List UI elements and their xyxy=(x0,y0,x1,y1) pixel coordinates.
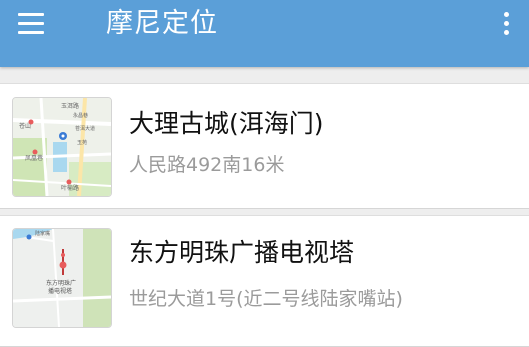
map-label: 陆家嘴 xyxy=(35,230,50,237)
map-label: 苍洱大道 xyxy=(75,125,95,132)
app-title: 摩尼定位 xyxy=(106,8,218,39)
map-thumbnail: 玉洱路 苍山 永昌巷 凤凰巷 苍洱大道 玉苑 叶榆路 xyxy=(12,97,112,197)
map-label: 叶榆路 xyxy=(61,184,79,192)
map-label: 玉苑 xyxy=(77,139,87,146)
map-label: 凤凰巷 xyxy=(25,154,43,162)
place-name: 东方明珠广播电视塔 xyxy=(129,238,355,267)
map-label: 永昌巷 xyxy=(73,112,88,119)
place-address: 世纪大道1号(近二号线陆家嘴站) xyxy=(129,288,403,310)
place-card[interactable]: 玉洱路 苍山 永昌巷 凤凰巷 苍洱大道 玉苑 叶榆路 大理古城(洱海门) 人民路… xyxy=(0,83,529,209)
map-label: 东方明珠广 xyxy=(46,279,76,287)
place-name: 大理古城(洱海门) xyxy=(129,109,324,138)
more-vertical-icon[interactable] xyxy=(500,12,512,38)
map-label: 玉洱路 xyxy=(61,102,79,110)
place-card[interactable]: 东方明珠广 播电视塔 陆家嘴 东方明珠广播电视塔 世纪大道1号(近二号线陆家嘴站… xyxy=(0,215,529,347)
map-label: 苍山 xyxy=(19,122,31,130)
app-bar: 摩尼定位 xyxy=(0,0,529,67)
map-label: 播电视塔 xyxy=(48,287,72,295)
map-thumbnail: 东方明珠广 播电视塔 陆家嘴 xyxy=(12,228,112,328)
place-address: 人民路492南16米 xyxy=(129,154,285,176)
hamburger-menu-icon[interactable] xyxy=(18,13,44,35)
